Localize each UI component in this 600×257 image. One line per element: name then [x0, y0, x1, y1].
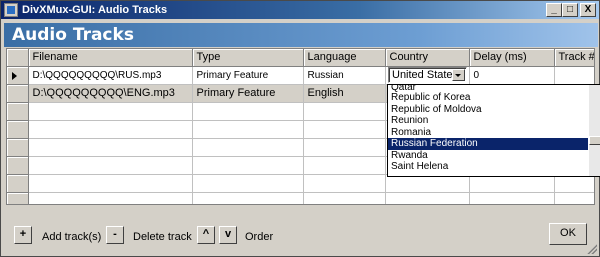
header-row: Filename Type Language Country Delay (ms…	[7, 49, 594, 67]
empty-cell	[303, 192, 386, 204]
order-label: Order	[245, 231, 274, 243]
country-dropdown-list[interactable]: Qatar Republic of Korea Republic of Mold…	[387, 84, 600, 177]
country-options: Qatar Republic of Korea Republic of Mold…	[388, 85, 588, 173]
move-up-button[interactable]: ^	[197, 226, 215, 244]
empty-cell	[303, 102, 386, 121]
language-cell[interactable]: English	[303, 84, 386, 103]
empty-cell	[303, 156, 386, 175]
empty-cell	[554, 192, 594, 204]
column-header-filename[interactable]: Filename	[28, 49, 193, 67]
country-option[interactable]: Qatar	[388, 85, 588, 92]
table-row[interactable]: D:\QQQQQQQQQ\RUS.mp3 Primary Feature Rus…	[7, 66, 594, 85]
country-option[interactable]: Republic of Moldova	[388, 104, 588, 116]
column-header-type[interactable]: Type	[192, 49, 304, 67]
empty-cell	[385, 192, 470, 204]
window-title: DivXMux-GUI: Audio Tracks	[22, 4, 168, 16]
empty-cell	[28, 192, 193, 204]
column-header-language[interactable]: Language	[303, 49, 386, 67]
filename-cell[interactable]: D:\QQQQQQQQQ\ENG.mp3	[28, 84, 193, 103]
minimize-button[interactable]: _	[546, 3, 562, 17]
empty-cell	[192, 156, 304, 175]
empty-cell	[469, 192, 555, 204]
empty-cell	[192, 138, 304, 157]
empty-row	[7, 192, 594, 204]
row-selector[interactable]	[7, 174, 29, 193]
resize-grip-icon[interactable]	[587, 244, 597, 254]
empty-cell	[192, 102, 304, 121]
type-cell[interactable]: Primary Feature	[192, 84, 304, 103]
type-cell[interactable]: Primary Feature	[192, 66, 304, 85]
empty-cell	[192, 174, 304, 193]
delete-track-button[interactable]: -	[106, 226, 124, 244]
track-cell[interactable]	[554, 66, 594, 85]
page-title: Audio Tracks	[12, 25, 134, 45]
empty-cell	[303, 120, 386, 139]
add-track-label: Add track(s)	[42, 231, 102, 243]
country-option[interactable]: Saint Helena	[388, 161, 588, 173]
empty-cell	[28, 120, 193, 139]
row-selector[interactable]	[7, 156, 29, 175]
empty-cell	[28, 174, 193, 193]
column-header-track[interactable]: Track #	[554, 49, 594, 67]
move-down-button[interactable]: v	[219, 226, 237, 244]
country-combobox-value: United States	[392, 69, 459, 81]
row-selector[interactable]	[7, 120, 29, 139]
empty-cell	[192, 120, 304, 139]
audio-tracks-window: DivXMux-GUI: Audio Tracks _ □ X Audio Tr…	[0, 0, 600, 257]
column-header-delay[interactable]: Delay (ms)	[469, 49, 555, 67]
row-selector[interactable]	[7, 66, 29, 85]
country-option[interactable]: Rwanda	[388, 150, 588, 162]
row-selector[interactable]	[7, 192, 29, 204]
title-bar[interactable]: DivXMux-GUI: Audio Tracks _ □ X	[1, 1, 599, 19]
country-option[interactable]: Republic of Korea	[388, 92, 588, 104]
empty-cell	[28, 138, 193, 157]
country-combobox[interactable]: United States	[388, 67, 467, 83]
ok-button[interactable]: OK	[549, 223, 587, 245]
chevron-down-icon[interactable]	[452, 69, 465, 81]
dropdown-scrollbar[interactable]	[589, 85, 600, 176]
row-selector[interactable]	[7, 102, 29, 121]
country-option[interactable]: Reunion	[388, 115, 588, 127]
delay-cell[interactable]: 0	[469, 66, 555, 85]
row-selector[interactable]	[7, 84, 29, 103]
empty-cell	[303, 138, 386, 157]
page-banner: Audio Tracks	[4, 23, 598, 47]
row-selector-header	[7, 49, 29, 67]
current-row-arrow-icon	[12, 71, 17, 80]
column-header-country[interactable]: Country	[385, 49, 470, 67]
empty-cell	[28, 102, 193, 121]
empty-cell	[192, 192, 304, 204]
delete-track-label: Delete track	[133, 231, 192, 243]
country-option-highlighted[interactable]: Russian Federation	[388, 138, 588, 150]
app-icon	[4, 3, 18, 17]
language-cell[interactable]: Russian	[303, 66, 386, 85]
close-button[interactable]: X	[580, 3, 596, 17]
add-track-button[interactable]: +	[14, 226, 32, 244]
filename-cell[interactable]: D:\QQQQQQQQQ\RUS.mp3	[28, 66, 193, 85]
scrollbar-thumb[interactable]	[589, 136, 600, 145]
row-selector[interactable]	[7, 138, 29, 157]
maximize-button[interactable]: □	[562, 3, 578, 17]
country-option[interactable]: Romania	[388, 127, 588, 139]
empty-cell	[303, 174, 386, 193]
empty-cell	[28, 156, 193, 175]
